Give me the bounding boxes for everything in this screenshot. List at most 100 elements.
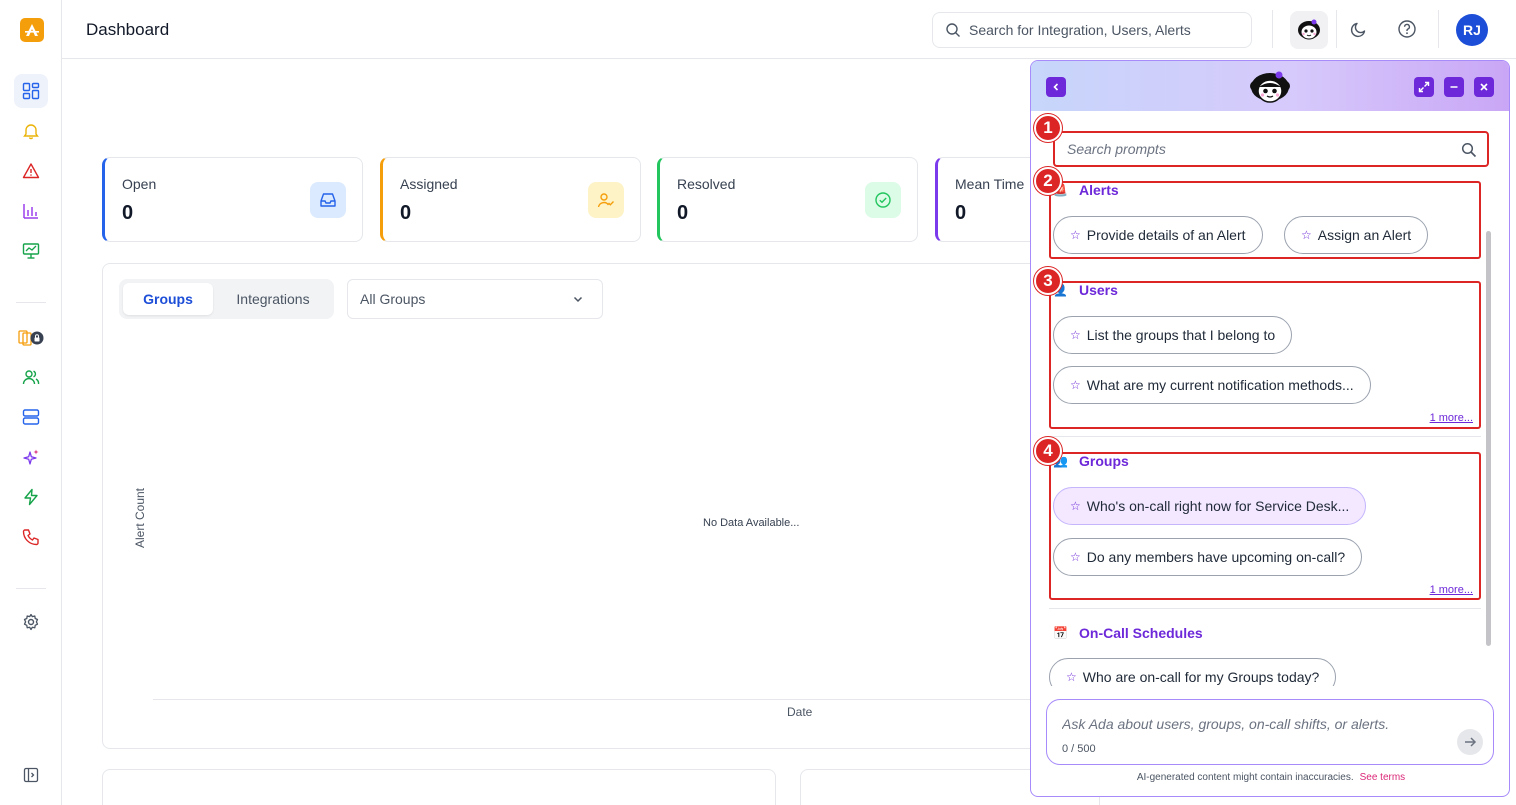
header-divider <box>1336 10 1337 48</box>
sidebar-item-integrations-locked[interactable] <box>14 320 48 354</box>
prompt-chip[interactable]: ☆ What are my current notification method… <box>1053 366 1371 404</box>
user-avatar[interactable]: RJ <box>1456 14 1488 46</box>
gear-icon <box>23 613 39 631</box>
sidebar-item-reports[interactable] <box>14 194 48 228</box>
prompt-chip-label: Who's on-call right now for Service Desk… <box>1086 498 1350 514</box>
tab-groups[interactable]: Groups <box>123 283 213 315</box>
chart-x-axis-label: Date <box>787 705 813 719</box>
prompt-chip-label: What are my current notification methods… <box>1086 377 1354 393</box>
prompt-chip[interactable]: ☆ Do any members have upcoming on-call? <box>1053 538 1363 576</box>
sidebar-divider <box>16 302 46 303</box>
more-prompts-link[interactable]: 1 more... <box>1430 584 1473 596</box>
dashboard-icon <box>22 82 40 100</box>
chart-empty-state: No Data Available... <box>703 517 800 529</box>
annotation-badge: 4 <box>1034 437 1062 465</box>
star-icon: ☆ <box>1070 328 1081 342</box>
chart-x-axis-line <box>153 699 1103 700</box>
prompt-chip-label: Do any members have upcoming on-call? <box>1086 549 1346 565</box>
sidebar-item-automation[interactable] <box>14 480 48 514</box>
stat-label: Resolved <box>677 176 736 192</box>
ada-panel-header <box>1031 61 1509 111</box>
search-icon <box>946 23 960 37</box>
prompt-search[interactable] <box>1053 131 1489 167</box>
stat-card-assigned: Assigned 0 <box>380 157 641 242</box>
page-title: Dashboard <box>86 20 170 39</box>
app-logo[interactable] <box>20 18 44 42</box>
prompt-section-on-call-schedules: 📅 On-Call Schedules ☆ Who are on-call for… <box>1049 624 1481 686</box>
disclaimer-text: AI-generated content might contain inacc… <box>1136 772 1354 783</box>
stat-card-open: Open 0 <box>102 157 363 242</box>
ada-back-button[interactable] <box>1046 77 1066 97</box>
logo-icon <box>25 24 39 36</box>
section-divider <box>1049 608 1481 609</box>
prompt-chip[interactable]: ☆ Who's on-call right now for Service Des… <box>1053 487 1367 525</box>
sparkles-icon <box>23 449 39 465</box>
sidebar-item-calls[interactable] <box>14 520 48 554</box>
ada-close-button[interactable] <box>1474 77 1494 97</box>
ada-minimize-button[interactable] <box>1444 77 1464 97</box>
check-circle-icon <box>865 182 901 218</box>
alerts-chart-panel: Groups Integrations All Groups Alert Cou… <box>102 263 1103 749</box>
sidebar-item-monitor[interactable] <box>14 234 48 268</box>
chevron-down-icon <box>573 296 583 303</box>
ada-mascot-icon <box>1298 19 1320 40</box>
tab-integrations[interactable]: Integrations <box>217 283 329 315</box>
header-divider <box>1272 10 1273 48</box>
warning-icon <box>22 163 40 179</box>
group-select[interactable]: All Groups <box>347 279 603 319</box>
moon-icon <box>1350 22 1366 38</box>
close-icon <box>1480 83 1488 91</box>
header-divider <box>1438 10 1439 48</box>
ada-assistant-button[interactable] <box>1290 11 1328 49</box>
ada-chat-panel: 1 2 🚨 Alerts ☆Provide details of an Aler… <box>1030 60 1510 797</box>
sidebar-item-settings[interactable] <box>14 605 48 639</box>
send-button[interactable] <box>1457 729 1483 755</box>
sidebar-item-dashboard[interactable] <box>14 74 48 108</box>
star-icon: ☆ <box>1070 378 1081 392</box>
lightning-icon <box>24 488 38 506</box>
stat-value: 0 <box>955 202 967 224</box>
calendar-emoji-icon: 📅 <box>1053 626 1068 640</box>
prompt-chip[interactable]: ☆ List the groups that I belong to <box>1053 316 1293 354</box>
stat-label: Mean Time <box>955 176 1025 192</box>
prompt-section-alerts: 🚨 Alerts ☆ Provide details of an Alert ☆ A… <box>1049 181 1481 259</box>
help-button[interactable] <box>1396 18 1418 40</box>
ada-expand-button[interactable] <box>1414 77 1434 97</box>
global-search[interactable] <box>932 12 1252 48</box>
server-icon <box>22 409 40 425</box>
ada-ask-box[interactable]: 0 / 500 <box>1046 699 1494 765</box>
prompt-chip[interactable]: ☆ Who are on-call for my Groups today? <box>1049 658 1337 686</box>
prompt-chip-label: List the groups that I belong to <box>1086 327 1276 343</box>
theme-toggle-button[interactable] <box>1348 18 1370 40</box>
sidebar-item-users[interactable] <box>14 360 48 394</box>
prompt-chip-label: Provide details of an Alert <box>1086 227 1246 243</box>
stat-value: 0 <box>400 202 412 224</box>
sidebar-item-alerts[interactable] <box>14 154 48 188</box>
see-terms-link[interactable]: See terms <box>1360 772 1406 783</box>
prompt-chip[interactable]: ☆ Provide details of an Alert <box>1053 216 1263 254</box>
prompt-search-input[interactable] <box>1067 141 1452 157</box>
sidebar-collapse-button[interactable] <box>14 758 48 792</box>
global-search-input[interactable] <box>969 22 1239 38</box>
sidebar-item-services[interactable] <box>14 400 48 434</box>
stat-label: Assigned <box>400 176 458 192</box>
stat-value: 0 <box>677 202 689 224</box>
star-icon: ☆ <box>1070 228 1081 242</box>
sidebar-item-notifications[interactable] <box>14 114 48 148</box>
chart-tab-group: Groups Integrations <box>119 279 334 319</box>
ada-ask-input[interactable] <box>1062 716 1442 732</box>
help-icon <box>1398 20 1416 38</box>
star-icon: ☆ <box>1301 228 1312 242</box>
prompt-section-title: On-Call Schedules <box>1079 625 1203 641</box>
section-divider <box>1049 436 1481 437</box>
prompt-chip-label: Who are on-call for my Groups today? <box>1082 669 1320 685</box>
sidebar-item-ai-assist[interactable] <box>14 440 48 474</box>
prompt-list-scrollbar[interactable] <box>1486 231 1491 646</box>
annotation-badge: 1 <box>1034 114 1062 142</box>
ada-prompt-list[interactable]: 1 2 🚨 Alerts ☆Provide details of an Aler… <box>1031 111 1509 686</box>
bell-icon <box>23 124 39 140</box>
prompt-chip[interactable]: ☆ Assign an Alert <box>1284 216 1429 254</box>
arrow-right-icon <box>1465 737 1477 747</box>
more-prompts-link[interactable]: 1 more... <box>1430 412 1473 424</box>
sidebar-divider <box>16 588 46 589</box>
